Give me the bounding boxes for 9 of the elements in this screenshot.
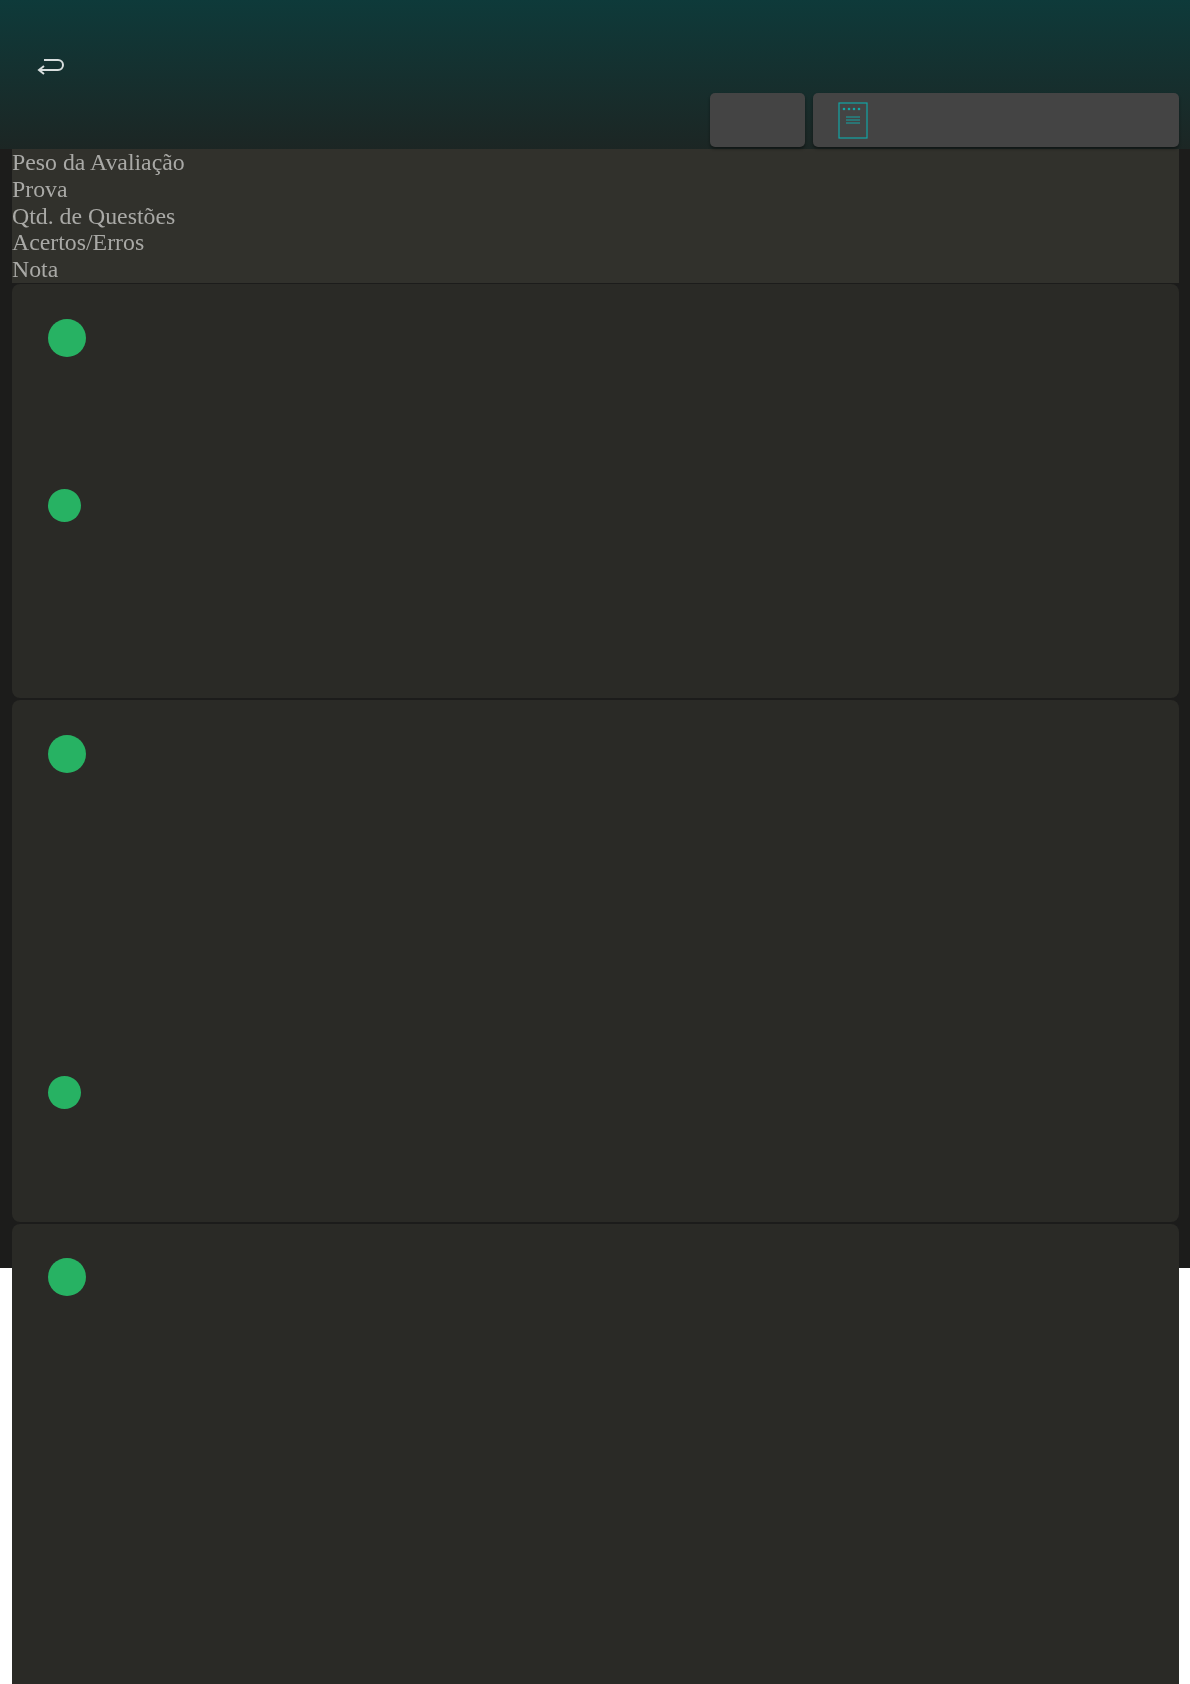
toolbar-button[interactable] bbox=[710, 93, 805, 147]
back-icon[interactable] bbox=[36, 57, 64, 77]
document-button[interactable] bbox=[813, 93, 1179, 147]
column-header: Qtd. de Questões bbox=[12, 202, 176, 230]
document-icon bbox=[838, 101, 868, 139]
column-header: Nota bbox=[12, 256, 59, 283]
column-header: Prova bbox=[12, 175, 68, 203]
column-header: Acertos/Erros bbox=[12, 229, 145, 257]
column-header: Peso da Avaliação bbox=[12, 149, 185, 176]
